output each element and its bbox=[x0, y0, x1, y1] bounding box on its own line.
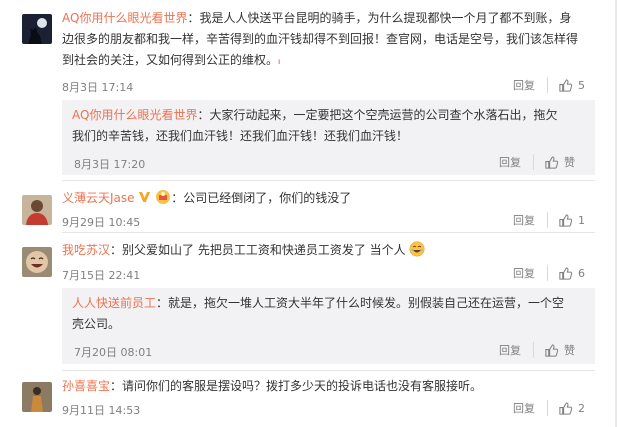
figure-avatar-image bbox=[22, 382, 52, 412]
comment-text-line: ：请问你们的客服是摆设吗？拨打多少天的投诉电话也没有客服接听。 bbox=[110, 379, 483, 393]
like-count: 6 bbox=[578, 266, 585, 280]
reply-button[interactable]: 回复 bbox=[513, 400, 548, 416]
comment-divider bbox=[62, 180, 595, 181]
comment-username[interactable]: AQ你用什么眼光看世界 bbox=[62, 11, 187, 25]
comment-divider bbox=[62, 232, 595, 233]
comment-username[interactable]: 我吃苏汉 bbox=[62, 243, 110, 257]
reply-button[interactable]: 回复 bbox=[513, 77, 548, 93]
like-label: 赞 bbox=[564, 344, 575, 357]
reply-actions: 回复 赞 bbox=[499, 342, 575, 358]
reply-text-line: 我们的辛苦钱，还我们血汗钱！还我们血汗钱！还我们血汗钱！ bbox=[72, 129, 409, 143]
thumbs-up-icon[interactable] bbox=[558, 213, 573, 228]
thumbs-up-icon[interactable] bbox=[544, 343, 559, 358]
thumbs-up-icon[interactable] bbox=[558, 78, 573, 93]
thumbs-up-icon[interactable] bbox=[544, 155, 559, 170]
reply-text: AQ你用什么眼光看世界：大家行动起来，一定要把这个空壳运营的公司查个水落石出，拖… bbox=[72, 105, 587, 147]
comment-text-line: ：公司已经倒闭了，你们的钱没了 bbox=[171, 191, 352, 205]
comment-username[interactable]: 义薄云天Jase bbox=[62, 191, 135, 205]
like-count: 1 bbox=[578, 213, 585, 227]
comment-actions: 回复 5 bbox=[513, 77, 585, 93]
avatar[interactable] bbox=[22, 14, 52, 44]
reply-username[interactable]: 人人快送前员工 bbox=[72, 296, 156, 310]
comment-actions: 回复 2 bbox=[513, 400, 585, 416]
comment-time: 9月29日 10:45 bbox=[62, 216, 141, 229]
reply-actions: 回复 赞 bbox=[499, 154, 575, 170]
like-count: 5 bbox=[578, 78, 585, 92]
comment-text-line: 到社会的关注，又如何得到公正的维权。 bbox=[62, 53, 279, 67]
comment-text: AQ你用什么眼光看世界：我是人人快送平台昆明的骑手，为什么提现都快一个月了都不到… bbox=[62, 11, 579, 67]
reply-time: 8月3日 17:20 bbox=[74, 158, 146, 171]
comment-time: 8月3日 17:14 bbox=[62, 81, 134, 94]
reply-text-line: ：就是，拖欠一堆人工资大半年了什么时候发。别假装自己还在运营，一个空 bbox=[156, 296, 565, 310]
comment-time: 7月15日 22:41 bbox=[62, 269, 141, 282]
like-label: 赞 bbox=[564, 156, 575, 169]
reply-text-line: 壳公司。 bbox=[72, 317, 121, 331]
comment-text: 义薄云天Jase ：公司已经倒闭了，你们的钱没了 bbox=[62, 188, 597, 209]
reply-button[interactable]: 回复 bbox=[513, 265, 548, 281]
reply-time: 7月20日 08:01 bbox=[74, 346, 153, 359]
reply-button[interactable]: 回复 bbox=[513, 212, 548, 228]
award-badge-icon bbox=[156, 190, 171, 204]
reply-block: 人人快送前员工：就是，拖欠一堆人工资大半年了什么时候发。别假装自己还在运营，一个… bbox=[62, 288, 595, 364]
verified-v-icon bbox=[139, 192, 151, 202]
comment-text-line: ：别父爱如山了 先把员工工资和快递员工资发了 当个人 bbox=[110, 243, 406, 257]
avatar[interactable] bbox=[22, 247, 52, 277]
comment-username[interactable]: 孙喜喜宝 bbox=[62, 379, 110, 393]
comment-text: 我吃苏汉：别父爱如山了 先把员工工资和快递员工资发了 当个人 bbox=[62, 240, 597, 261]
avatar[interactable] bbox=[22, 382, 52, 412]
comment-text-line: 边很多的朋友都和我一样，辛苦得到的血汗钱却得不到回报！查官网，电话是空号，我们该… bbox=[62, 32, 579, 46]
comment-text: 孙喜喜宝：请问你们的客服是摆设吗？拨打多少天的投诉电话也没有客服接听。 bbox=[62, 376, 597, 397]
like-count: 2 bbox=[578, 401, 585, 415]
person-avatar-image bbox=[22, 195, 52, 225]
reply-block: AQ你用什么眼光看世界：大家行动起来，一定要把这个空壳运营的公司查个水落石出，拖… bbox=[62, 100, 595, 175]
comment-actions: 回复 1 bbox=[513, 212, 585, 228]
reply-username[interactable]: AQ你用什么眼光看世界 bbox=[72, 108, 197, 122]
reply-text: 人人快送前员工：就是，拖欠一堆人工资大半年了什么时候发。别假装自己还在运营，一个… bbox=[72, 293, 587, 335]
comment-text-line: ：我是人人快送平台昆明的骑手，为什么提现都快一个月了都不到账，身 bbox=[187, 11, 572, 25]
wolf-avatar-image bbox=[22, 14, 52, 44]
thumbs-up-icon[interactable] bbox=[558, 266, 573, 281]
avatar[interactable] bbox=[22, 195, 52, 225]
reply-button[interactable]: 回复 bbox=[499, 154, 534, 170]
comment-actions: 回复 6 bbox=[513, 265, 585, 281]
laughing-face-avatar-image bbox=[22, 247, 52, 277]
reply-text-line: ：大家行动起来，一定要把这个空壳运营的公司查个水落石出，拖欠 bbox=[197, 108, 558, 122]
laugh-emoji-icon bbox=[409, 241, 425, 257]
comment-time: 9月11日 14:53 bbox=[62, 404, 141, 417]
thumbs-up-icon[interactable] bbox=[558, 401, 573, 416]
reply-button[interactable]: 回复 bbox=[499, 342, 534, 358]
comment-divider bbox=[62, 370, 595, 371]
